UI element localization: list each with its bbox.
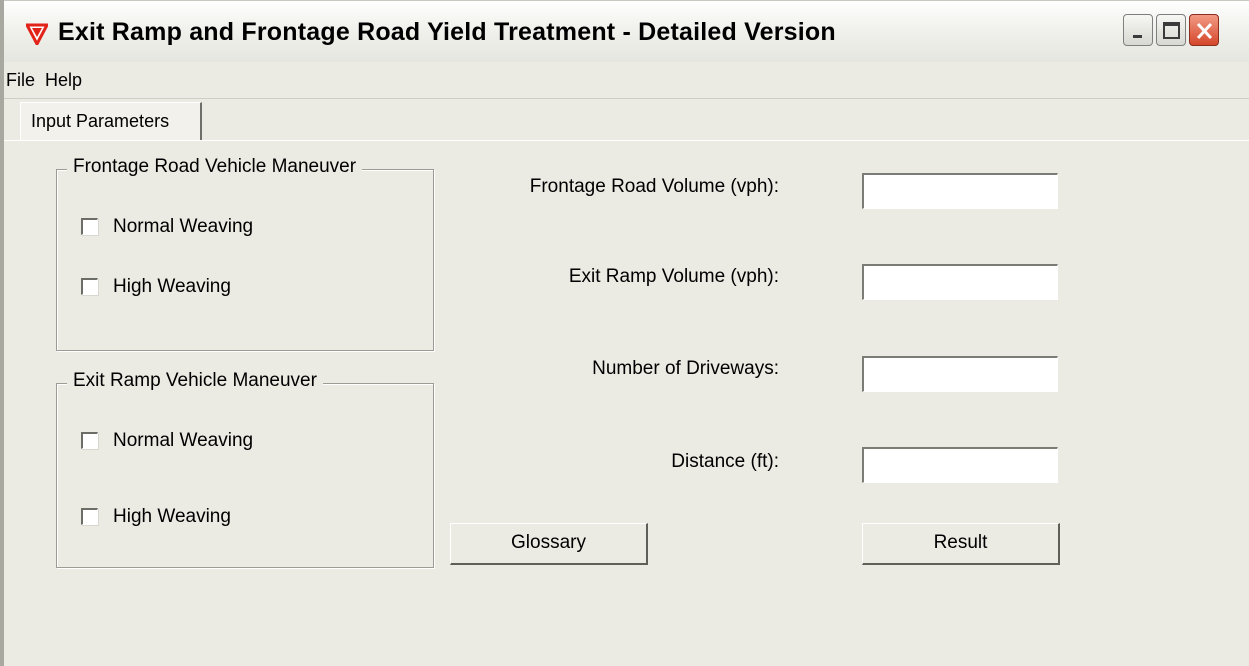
frontage-normal-weaving-label: Normal Weaving <box>113 216 254 237</box>
frontage-high-weaving-label: High Weaving <box>113 276 231 297</box>
close-icon <box>1196 22 1213 40</box>
exit-ramp-volume-input[interactable] <box>862 264 1058 300</box>
maximize-button[interactable] <box>1156 14 1186 46</box>
driveways-label: Number of Driveways: <box>592 358 779 379</box>
frontage-volume-input[interactable] <box>862 173 1058 209</box>
frontage-high-weaving-checkbox[interactable] <box>81 278 98 295</box>
glossary-button[interactable]: Glossary <box>450 523 648 565</box>
title-bar[interactable]: Exit Ramp and Frontage Road Yield Treatm… <box>4 0 1249 62</box>
maximize-icon <box>1163 22 1180 39</box>
minimize-button[interactable] <box>1123 14 1153 46</box>
exit-ramp-normal-weaving-checkbox[interactable] <box>81 432 98 449</box>
minimize-icon <box>1133 35 1142 38</box>
result-button[interactable]: Result <box>862 523 1060 565</box>
window-title: Exit Ramp and Frontage Road Yield Treatm… <box>58 18 836 46</box>
exit-ramp-maneuver-group: Exit Ramp Vehicle Maneuver Normal Weavin… <box>56 370 434 568</box>
distance-input[interactable] <box>862 447 1058 483</box>
menu-file[interactable]: File <box>6 70 35 91</box>
exit-ramp-maneuver-legend: Exit Ramp Vehicle Maneuver <box>67 370 323 392</box>
close-button[interactable] <box>1189 14 1219 46</box>
exit-ramp-normal-weaving-label: Normal Weaving <box>113 430 254 451</box>
exit-ramp-volume-label: Exit Ramp Volume (vph): <box>568 266 779 287</box>
tab-panel-divider <box>4 140 1249 141</box>
exit-ramp-high-weaving-checkbox[interactable] <box>81 508 98 525</box>
frontage-maneuver-group: Frontage Road Vehicle Maneuver Normal We… <box>56 156 434 351</box>
menu-bar: File Help <box>4 62 1249 99</box>
tab-strip: Input Parameters <box>4 98 1249 140</box>
driveways-input[interactable] <box>862 356 1058 392</box>
tab-input-parameters[interactable]: Input Parameters <box>20 102 202 140</box>
red-triangle-icon <box>26 23 48 45</box>
frontage-normal-weaving-checkbox[interactable] <box>81 218 98 235</box>
distance-label: Distance (ft): <box>671 451 779 472</box>
frontage-volume-label: Frontage Road Volume (vph): <box>529 176 779 197</box>
exit-ramp-high-weaving-label: High Weaving <box>113 506 231 527</box>
menu-help[interactable]: Help <box>45 70 82 91</box>
app-window: Exit Ramp and Frontage Road Yield Treatm… <box>0 0 1249 666</box>
frontage-maneuver-legend: Frontage Road Vehicle Maneuver <box>67 156 363 178</box>
